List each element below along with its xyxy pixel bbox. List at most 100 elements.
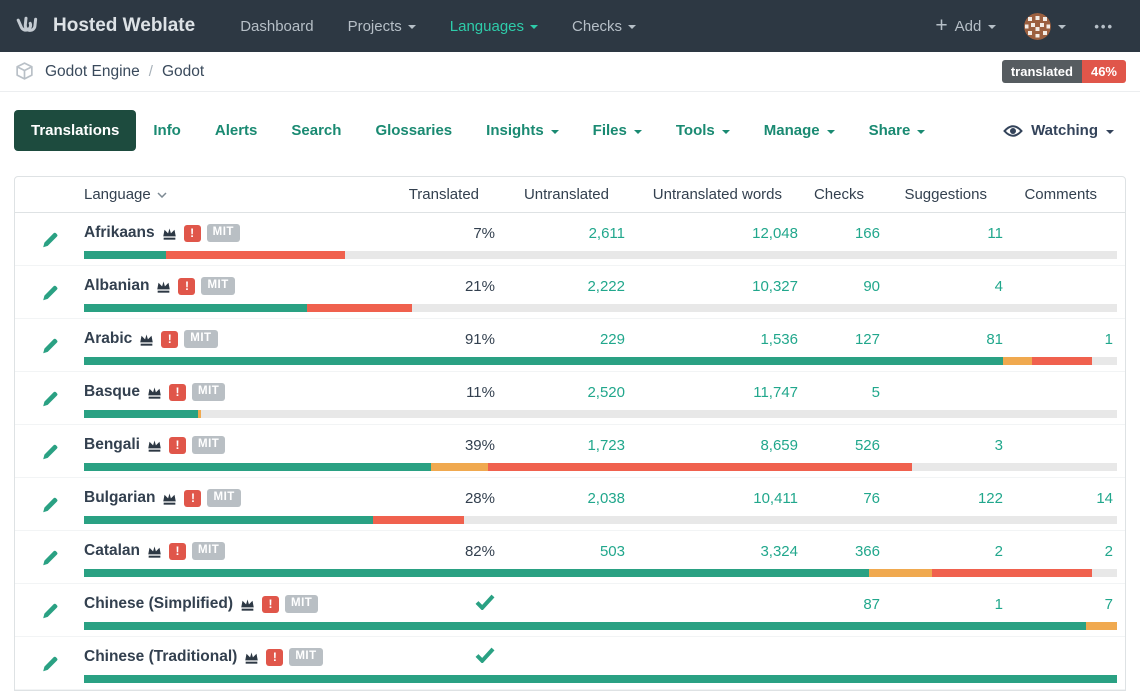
tab-translations[interactable]: Translations xyxy=(14,110,136,151)
untranslated-count-link[interactable]: 1,723 xyxy=(587,437,625,454)
translation-progress-bar[interactable] xyxy=(84,675,1117,683)
untranslated-words-link[interactable]: 8,659 xyxy=(760,437,798,454)
checks-count-link[interactable]: 76 xyxy=(863,490,880,507)
language-link[interactable]: Catalan xyxy=(84,542,140,560)
nav-item-checks[interactable]: Checks xyxy=(572,18,636,35)
tab-share[interactable]: Share xyxy=(852,110,943,151)
weblate-logo-icon[interactable] xyxy=(12,11,43,42)
license-badge[interactable]: MIT xyxy=(192,542,225,560)
alert-badge[interactable]: ! xyxy=(169,384,186,401)
suggestions-count-link[interactable]: 11 xyxy=(987,225,1003,242)
untranslated-words-link[interactable]: 10,411 xyxy=(753,490,798,507)
sort-by-language-header[interactable]: Language xyxy=(84,186,167,203)
breadcrumb-component-link[interactable]: Godot xyxy=(162,63,204,81)
untranslated-count-link[interactable]: 2,038 xyxy=(587,490,625,507)
suggestions-count-link[interactable]: 122 xyxy=(978,490,1003,507)
checks-count-link[interactable]: 5 xyxy=(872,384,880,401)
checks-count-link[interactable]: 526 xyxy=(855,437,880,454)
license-badge[interactable]: MIT xyxy=(207,224,240,242)
nav-item-dashboard[interactable]: Dashboard xyxy=(240,18,313,35)
checks-count-link[interactable]: 366 xyxy=(855,543,880,560)
suggestions-count-link[interactable]: 3 xyxy=(995,437,1003,454)
edit-pencil-icon[interactable] xyxy=(41,390,59,408)
checks-count-link[interactable]: 87 xyxy=(863,596,880,613)
translation-progress-bar[interactable] xyxy=(84,516,1117,524)
alert-badge[interactable]: ! xyxy=(178,278,195,295)
edit-pencil-icon[interactable] xyxy=(41,231,59,249)
license-badge[interactable]: MIT xyxy=(207,489,240,507)
untranslated-count-link[interactable]: 2,611 xyxy=(589,225,625,242)
checks-count-link[interactable]: 90 xyxy=(863,278,880,295)
language-link[interactable]: Albanian xyxy=(84,277,149,295)
translation-progress-bar[interactable] xyxy=(84,304,1117,312)
breadcrumb-project-link[interactable]: Godot Engine xyxy=(45,63,140,81)
tab-files[interactable]: Files xyxy=(576,110,659,151)
license-badge[interactable]: MIT xyxy=(285,595,318,613)
brand-title[interactable]: Hosted Weblate xyxy=(53,15,195,37)
edit-pencil-icon[interactable] xyxy=(41,496,59,514)
edit-pencil-icon[interactable] xyxy=(41,284,59,302)
checks-count-link[interactable]: 166 xyxy=(855,225,880,242)
license-badge[interactable]: MIT xyxy=(184,330,217,348)
untranslated-words-link[interactable]: 1,536 xyxy=(760,331,798,348)
tab-search[interactable]: Search xyxy=(274,110,358,151)
comments-count-link[interactable]: 2 xyxy=(1105,543,1113,560)
tab-glossaries[interactable]: Glossaries xyxy=(358,110,469,151)
language-link[interactable]: Arabic xyxy=(84,330,132,348)
untranslated-words-link[interactable]: 11,747 xyxy=(753,384,798,401)
edit-pencil-icon[interactable] xyxy=(41,655,59,673)
untranslated-count-link[interactable]: 229 xyxy=(600,331,625,348)
user-menu-button[interactable] xyxy=(1024,13,1066,40)
comments-count-link[interactable]: 1 xyxy=(1105,331,1113,348)
edit-pencil-icon[interactable] xyxy=(41,549,59,567)
translation-progress-bar[interactable] xyxy=(84,569,1117,577)
alert-badge[interactable]: ! xyxy=(169,437,186,454)
translation-progress-bar[interactable] xyxy=(84,251,1117,259)
untranslated-words-link[interactable]: 10,327 xyxy=(752,278,798,295)
translation-progress-bar[interactable] xyxy=(84,622,1117,630)
add-menu-button[interactable]: + Add xyxy=(935,17,996,36)
alert-badge[interactable]: ! xyxy=(184,225,201,242)
language-link[interactable]: Bengali xyxy=(84,436,140,454)
license-badge[interactable]: MIT xyxy=(289,648,322,666)
watching-menu-button[interactable]: Watching xyxy=(1003,122,1114,139)
alert-badge[interactable]: ! xyxy=(184,490,201,507)
edit-pencil-icon[interactable] xyxy=(41,443,59,461)
comments-count-link[interactable]: 14 xyxy=(1096,490,1113,507)
alert-badge[interactable]: ! xyxy=(266,649,283,666)
overflow-menu-button[interactable]: ••• xyxy=(1094,19,1114,34)
untranslated-words-link[interactable]: 3,324 xyxy=(760,543,798,560)
language-link[interactable]: Chinese (Traditional) xyxy=(84,648,237,666)
suggestions-count-link[interactable]: 4 xyxy=(995,278,1003,295)
language-link[interactable]: Basque xyxy=(84,383,140,401)
suggestions-count-link[interactable]: 1 xyxy=(995,596,1003,613)
language-link[interactable]: Bulgarian xyxy=(84,489,155,507)
untranslated-count-link[interactable]: 2,520 xyxy=(587,384,625,401)
translation-progress-bar[interactable] xyxy=(84,357,1117,365)
tab-insights[interactable]: Insights xyxy=(469,110,576,151)
tab-tools[interactable]: Tools xyxy=(659,110,747,151)
tab-alerts[interactable]: Alerts xyxy=(198,110,275,151)
license-badge[interactable]: MIT xyxy=(201,277,234,295)
edit-pencil-icon[interactable] xyxy=(41,602,59,620)
untranslated-count-link[interactable]: 2,222 xyxy=(587,278,625,295)
license-badge[interactable]: MIT xyxy=(192,436,225,454)
alert-badge[interactable]: ! xyxy=(262,596,279,613)
license-badge[interactable]: MIT xyxy=(192,383,225,401)
edit-pencil-icon[interactable] xyxy=(41,337,59,355)
nav-item-projects[interactable]: Projects xyxy=(348,18,416,35)
tab-info[interactable]: Info xyxy=(136,110,198,151)
alert-badge[interactable]: ! xyxy=(169,543,186,560)
nav-item-languages[interactable]: Languages xyxy=(450,18,538,35)
translation-progress-bar[interactable] xyxy=(84,463,1117,471)
untranslated-count-link[interactable]: 503 xyxy=(600,543,625,560)
suggestions-count-link[interactable]: 81 xyxy=(986,331,1003,348)
alert-badge[interactable]: ! xyxy=(161,331,178,348)
comments-count-link[interactable]: 7 xyxy=(1105,596,1113,613)
tab-manage[interactable]: Manage xyxy=(747,110,852,151)
suggestions-count-link[interactable]: 2 xyxy=(995,543,1003,560)
checks-count-link[interactable]: 127 xyxy=(855,331,880,348)
untranslated-words-link[interactable]: 12,048 xyxy=(752,225,798,242)
language-link[interactable]: Chinese (Simplified) xyxy=(84,595,233,613)
language-link[interactable]: Afrikaans xyxy=(84,224,155,242)
